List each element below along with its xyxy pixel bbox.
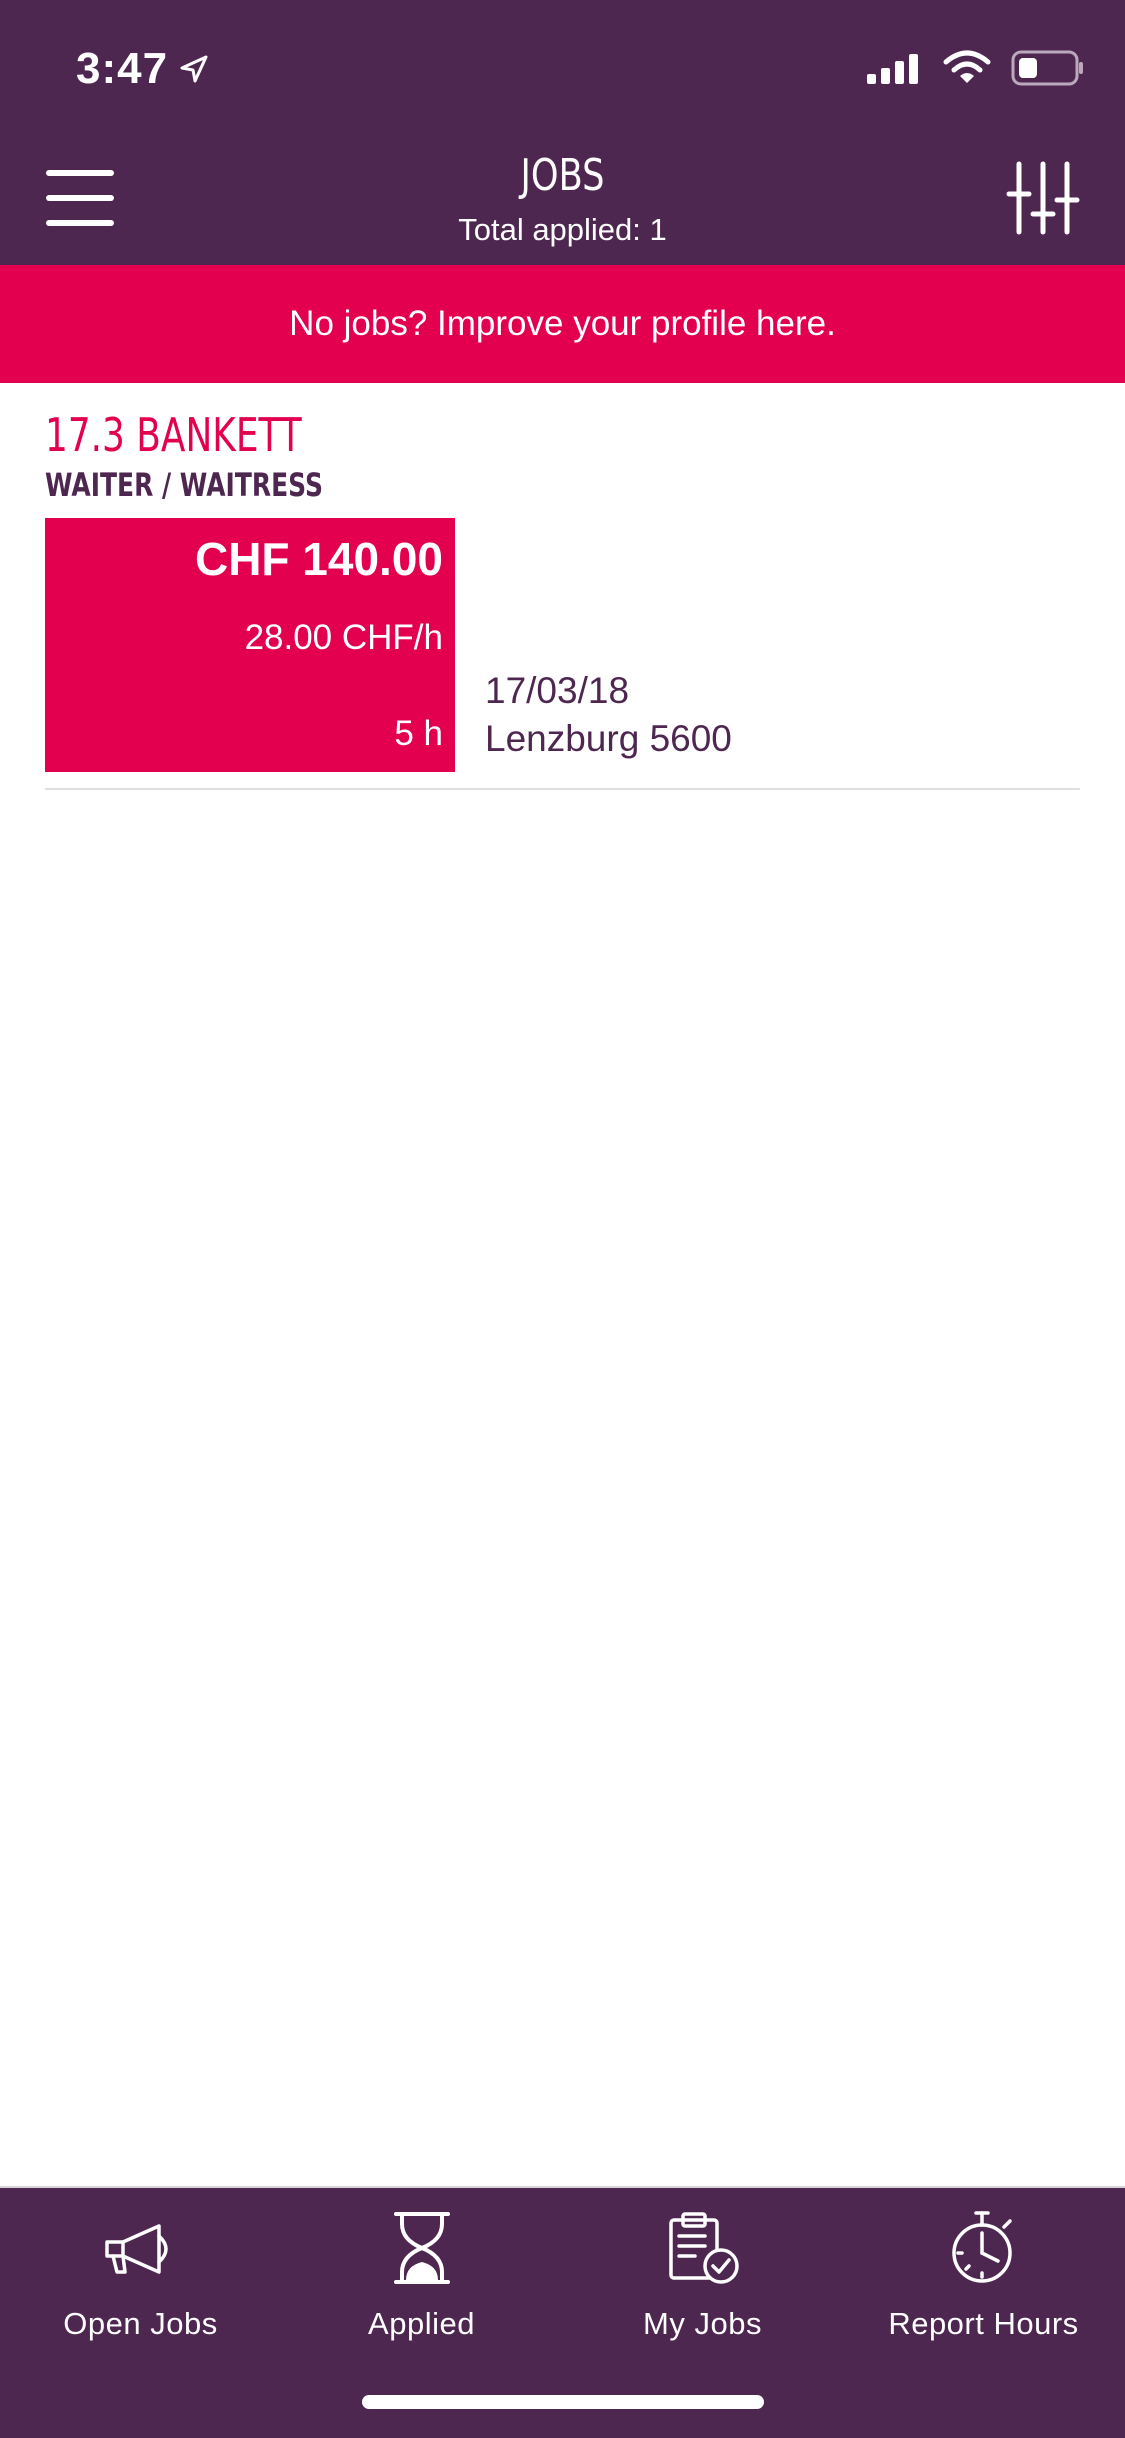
page-title: JOBS [520,150,605,201]
job-role: WAITER / WAITRESS [45,466,323,504]
job-date: 17/03/18 [485,670,630,711]
location-arrow-icon [180,55,208,83]
job-total-pay: CHF 140.00 [194,533,443,585]
improve-profile-banner[interactable]: No jobs? Improve your profile here. [0,265,1125,383]
improve-profile-banner-text: No jobs? Improve your profile here. [289,304,836,343]
job-list-item[interactable]: 17.3 BANKETT WAITER / WAITRESS CHF 140.0… [45,400,1080,790]
tab-my-jobs[interactable]: My Jobs [562,2208,843,2358]
job-hourly-rate: 28.00 CHF/h [244,618,443,657]
hamburger-icon-line [46,195,114,201]
stopwatch-icon [951,2211,1012,2283]
cellular-signal-icon [867,54,918,84]
applied-count: Total applied: 1 [458,212,667,247]
battery-icon [1011,50,1083,86]
job-title: 17.3 BANKETT [45,408,302,462]
tab-applied[interactable]: Applied [281,2208,562,2358]
tab-open-jobs[interactable]: Open Jobs [0,2208,281,2358]
job-location: Lenzburg 5600 [485,718,732,759]
status-bar-time: 3:47 [76,44,210,94]
job-pay-box: CHF 140.00 28.00 CHF/h 5 h [45,518,455,772]
tab-open-jobs-label: Open Jobs [63,2306,218,2341]
wifi-icon [943,50,991,83]
tab-applied-label: Applied [368,2306,475,2341]
tab-my-jobs-label: My Jobs [643,2306,762,2341]
tab-report-hours-label: Report Hours [888,2306,1079,2341]
tab-report-hours[interactable]: Report Hours [843,2208,1124,2358]
hamburger-icon-line [46,170,114,176]
filter-sliders-icon[interactable] [1005,160,1081,236]
app-header: 3:47 JOBS Total applied: 1 [0,0,1125,265]
clipboard-check-icon [668,2212,739,2284]
hourglass-icon [393,2212,450,2284]
status-bar-indicators [867,50,1085,86]
home-indicator[interactable] [362,2395,764,2409]
megaphone-icon [104,2224,168,2274]
status-time-text: 3:47 [76,44,169,93]
job-hours: 5 h [394,714,443,753]
